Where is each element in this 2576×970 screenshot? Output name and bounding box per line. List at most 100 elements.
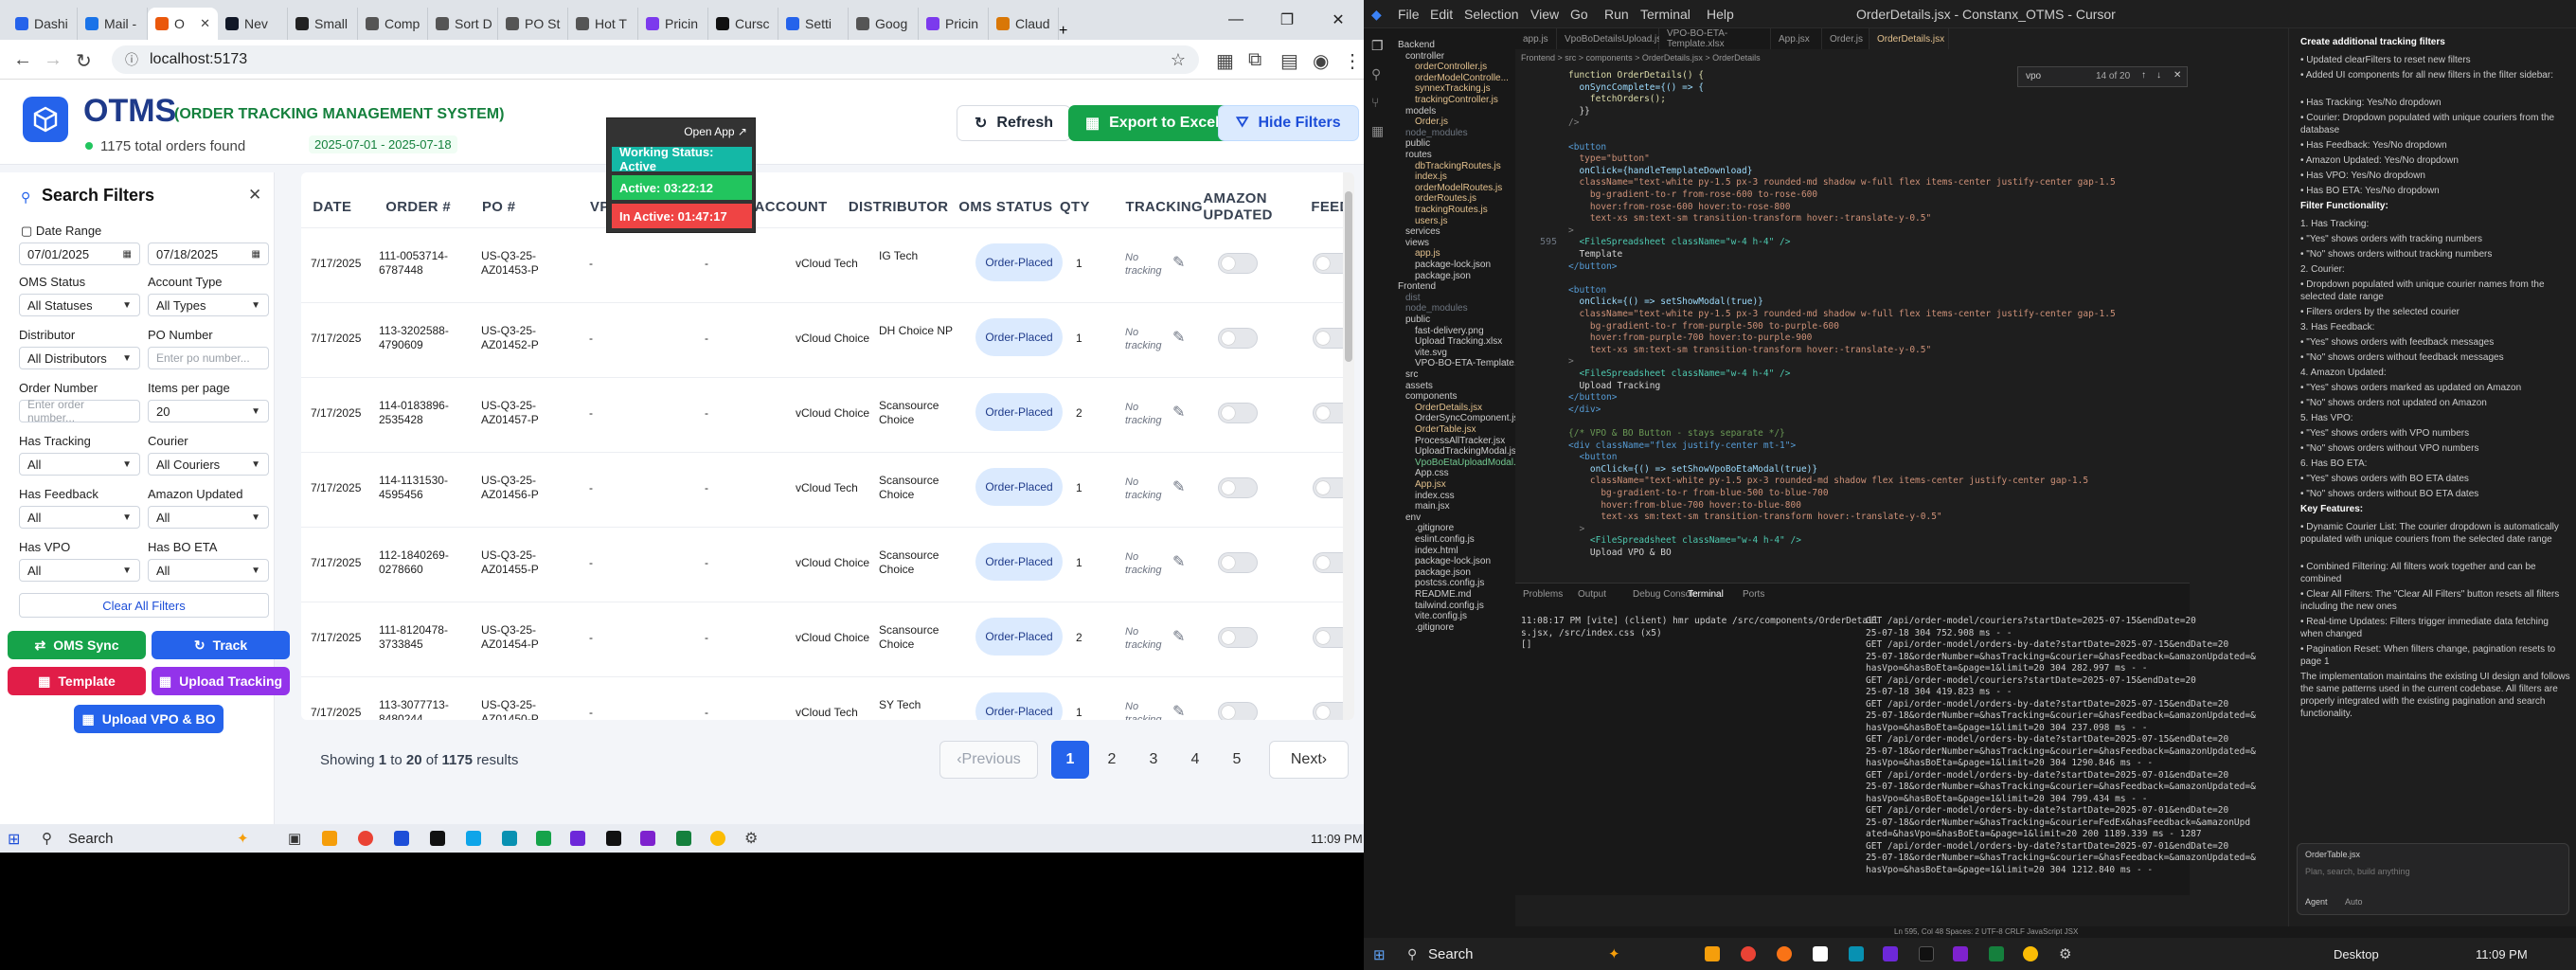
close-filters-icon[interactable]: ✕ <box>248 186 261 205</box>
windows-start-icon[interactable]: ⊞ <box>8 830 20 849</box>
code-line[interactable]: Upload VPO & BO <box>1568 548 1672 558</box>
app-icon[interactable] <box>502 831 517 846</box>
clear-all-filters-button[interactable]: Clear All Filters <box>19 593 269 618</box>
taskbar-search-label[interactable]: Search <box>68 831 114 847</box>
minimize-button[interactable]: — <box>1210 0 1261 40</box>
has-bo-eta-select[interactable]: All ▼ <box>148 559 269 582</box>
page-5-button[interactable]: 5 <box>1218 741 1256 779</box>
next-page-button[interactable]: Next › <box>1269 741 1349 779</box>
has-tracking-select[interactable]: All ▼ <box>19 453 140 476</box>
browser-tab[interactable]: Goog <box>849 8 919 40</box>
explorer-item[interactable]: OrderDetails.jsx <box>1415 403 1482 413</box>
hide-filters-button[interactable]: ⛛ Hide Filters <box>1218 105 1359 141</box>
edit-pencil-icon[interactable]: ✎ <box>1172 627 1185 646</box>
extensions-grid-icon[interactable]: ▦ <box>1216 49 1234 73</box>
code-line[interactable]: > <box>1568 225 1574 236</box>
edit-pencil-icon[interactable]: ✎ <box>1172 403 1185 422</box>
desktop-label[interactable]: Desktop <box>2334 947 2379 961</box>
po-number-input[interactable]: Enter po number... <box>148 347 269 369</box>
explorer-item[interactable]: Backend <box>1398 40 1435 50</box>
settings-gear-icon[interactable]: ⚙ <box>2059 945 2071 962</box>
table-row[interactable]: 7/17/2025 113-3202588-4790609 US-Q3-25-AZ0… <box>301 302 1352 373</box>
copilot-sparkle-icon[interactable]: ✦ <box>1608 945 1620 962</box>
upload-vpo-bo-button[interactable]: ▦ Upload VPO & BO <box>74 705 224 733</box>
extension-puzzle-icon[interactable]: ⧉ <box>1248 49 1261 71</box>
search-icon[interactable]: ⚲ <box>1371 66 1381 82</box>
app-icon[interactable] <box>466 831 481 846</box>
windows-start-icon[interactable]: ⊞ <box>1373 946 1386 963</box>
browser-tab[interactable]: Small <box>288 8 358 40</box>
sidebar-icon[interactable]: ▤ <box>1280 49 1298 73</box>
explorer-item[interactable]: trackingController.js <box>1415 95 1498 105</box>
code-line[interactable]: hover:from-purple-700 hover:to-purple-90… <box>1568 332 1813 343</box>
code-line[interactable]: function OrderDetails() { <box>1568 70 1704 81</box>
code-line[interactable]: {/* VPO & BO Button - stays separate */} <box>1568 428 1785 439</box>
panel-tab-output[interactable]: Output <box>1578 589 1606 600</box>
code-line[interactable]: text-xs sm:text-sm transition-transform … <box>1568 345 1931 355</box>
code-line[interactable]: /> <box>1568 117 1579 128</box>
explorer-item[interactable]: views <box>1405 238 1429 248</box>
code-line[interactable]: </button> <box>1568 261 1617 272</box>
file-explorer-icon[interactable] <box>1705 946 1720 961</box>
code-line[interactable]: Upload Tracking <box>1568 381 1660 391</box>
amazon-updated-toggle[interactable] <box>1218 253 1258 274</box>
editor-tab[interactable]: app.js <box>1515 28 1557 49</box>
explorer-item[interactable]: vite.svg <box>1415 348 1447 358</box>
code-line[interactable]: onClick={handleTemplateDownload} <box>1568 166 1752 176</box>
model-select[interactable]: Auto <box>2345 897 2363 907</box>
explorer-item[interactable]: orderModelControlle... <box>1415 73 1509 83</box>
amazon-updated-toggle[interactable] <box>1218 702 1258 720</box>
status-info[interactable]: Ln 595, Col 48 Spaces: 2 UTF-8 CRLF Java… <box>1894 927 2078 936</box>
explorer-item[interactable]: models <box>1405 106 1436 117</box>
editor-tab[interactable]: VpoBoDetailsUpload.jsx <box>1557 28 1666 49</box>
source-control-icon[interactable]: ⑂ <box>1371 95 1379 110</box>
explorer-item[interactable]: package-lock.json <box>1415 556 1491 566</box>
code-line[interactable]: text-xs sm:text-sm transition-transform … <box>1568 213 1931 224</box>
account-type-select[interactable]: All Types ▼ <box>148 294 269 316</box>
track-button[interactable]: ↻ Track <box>152 631 290 659</box>
explorer-item[interactable]: fast-delivery.png <box>1415 326 1484 336</box>
explorer-item[interactable]: controller <box>1405 51 1444 62</box>
attached-file[interactable]: OrderTable.jsx <box>2305 850 2360 859</box>
browser-tab[interactable]: Cursc <box>708 8 778 40</box>
onenote-icon[interactable] <box>640 831 655 846</box>
code-line[interactable]: className="text-white py-1.5 px-3 rounde… <box>1568 476 2088 486</box>
menu-terminal[interactable]: Terminal <box>1640 7 1690 22</box>
explorer-item[interactable]: env <box>1405 512 1421 523</box>
panel-tab-problems[interactable]: Problems <box>1523 589 1563 600</box>
explorer-item[interactable]: OrderTable.jsx <box>1415 424 1476 435</box>
taskbar-search-label[interactable]: Search <box>1428 946 1474 962</box>
amazon-updated-toggle[interactable] <box>1218 328 1258 349</box>
amazon-updated-toggle[interactable] <box>1218 403 1258 423</box>
order-number[interactable]: 114-0183896-2535428 <box>379 399 464 427</box>
date-from-input[interactable]: 07/01/2025 ▦ <box>19 242 140 265</box>
calendar-picker-icon[interactable]: ▦ <box>252 249 260 260</box>
explorer-item[interactable]: orderController.js <box>1415 62 1487 72</box>
order-number-input[interactable]: Enter order number... <box>19 398 140 424</box>
explorer-item[interactable]: index.js <box>1415 171 1447 182</box>
code-line[interactable]: <button <box>1568 285 1606 296</box>
has-feedback-select[interactable]: All ▼ <box>19 506 140 529</box>
browser-menu-icon[interactable]: ⋮ <box>1343 49 1362 73</box>
browser-tab[interactable]: Dashi <box>8 8 78 40</box>
code-line[interactable]: <FileSpreadsheet className="w-4 h-4" /> <box>1568 237 1790 247</box>
explorer-item[interactable]: assets <box>1405 381 1433 391</box>
has-vpo-select[interactable]: All ▼ <box>19 559 140 582</box>
table-row[interactable]: 7/17/2025 113-3077713-8480244 US-Q3-25-AZ0… <box>301 676 1352 720</box>
date-to-input[interactable]: 07/18/2025 ▦ <box>148 242 269 265</box>
menu-view[interactable]: View <box>1530 7 1559 22</box>
chrome-icon[interactable] <box>2023 946 2038 961</box>
explorer-item[interactable]: public <box>1405 314 1430 325</box>
browser-tab[interactable]: Hot T <box>568 8 638 40</box>
browser-tab[interactable]: Pricin <box>919 8 989 40</box>
code-line[interactable]: bg-gradient-to-r from-rose-600 to-rose-6… <box>1568 189 1817 200</box>
taskbar-search-icon[interactable]: ⚲ <box>42 830 52 847</box>
menu-run[interactable]: Run <box>1604 7 1629 22</box>
app-icon[interactable] <box>1813 946 1828 961</box>
template-button[interactable]: ▦ Template <box>8 667 146 695</box>
edit-pencil-icon[interactable]: ✎ <box>1172 552 1185 571</box>
minimap[interactable] <box>2190 57 2288 583</box>
app-icon[interactable] <box>1777 946 1792 961</box>
panel-tab-ports[interactable]: Ports <box>1743 589 1764 600</box>
previous-page-button[interactable]: ‹ Previous <box>939 741 1038 779</box>
